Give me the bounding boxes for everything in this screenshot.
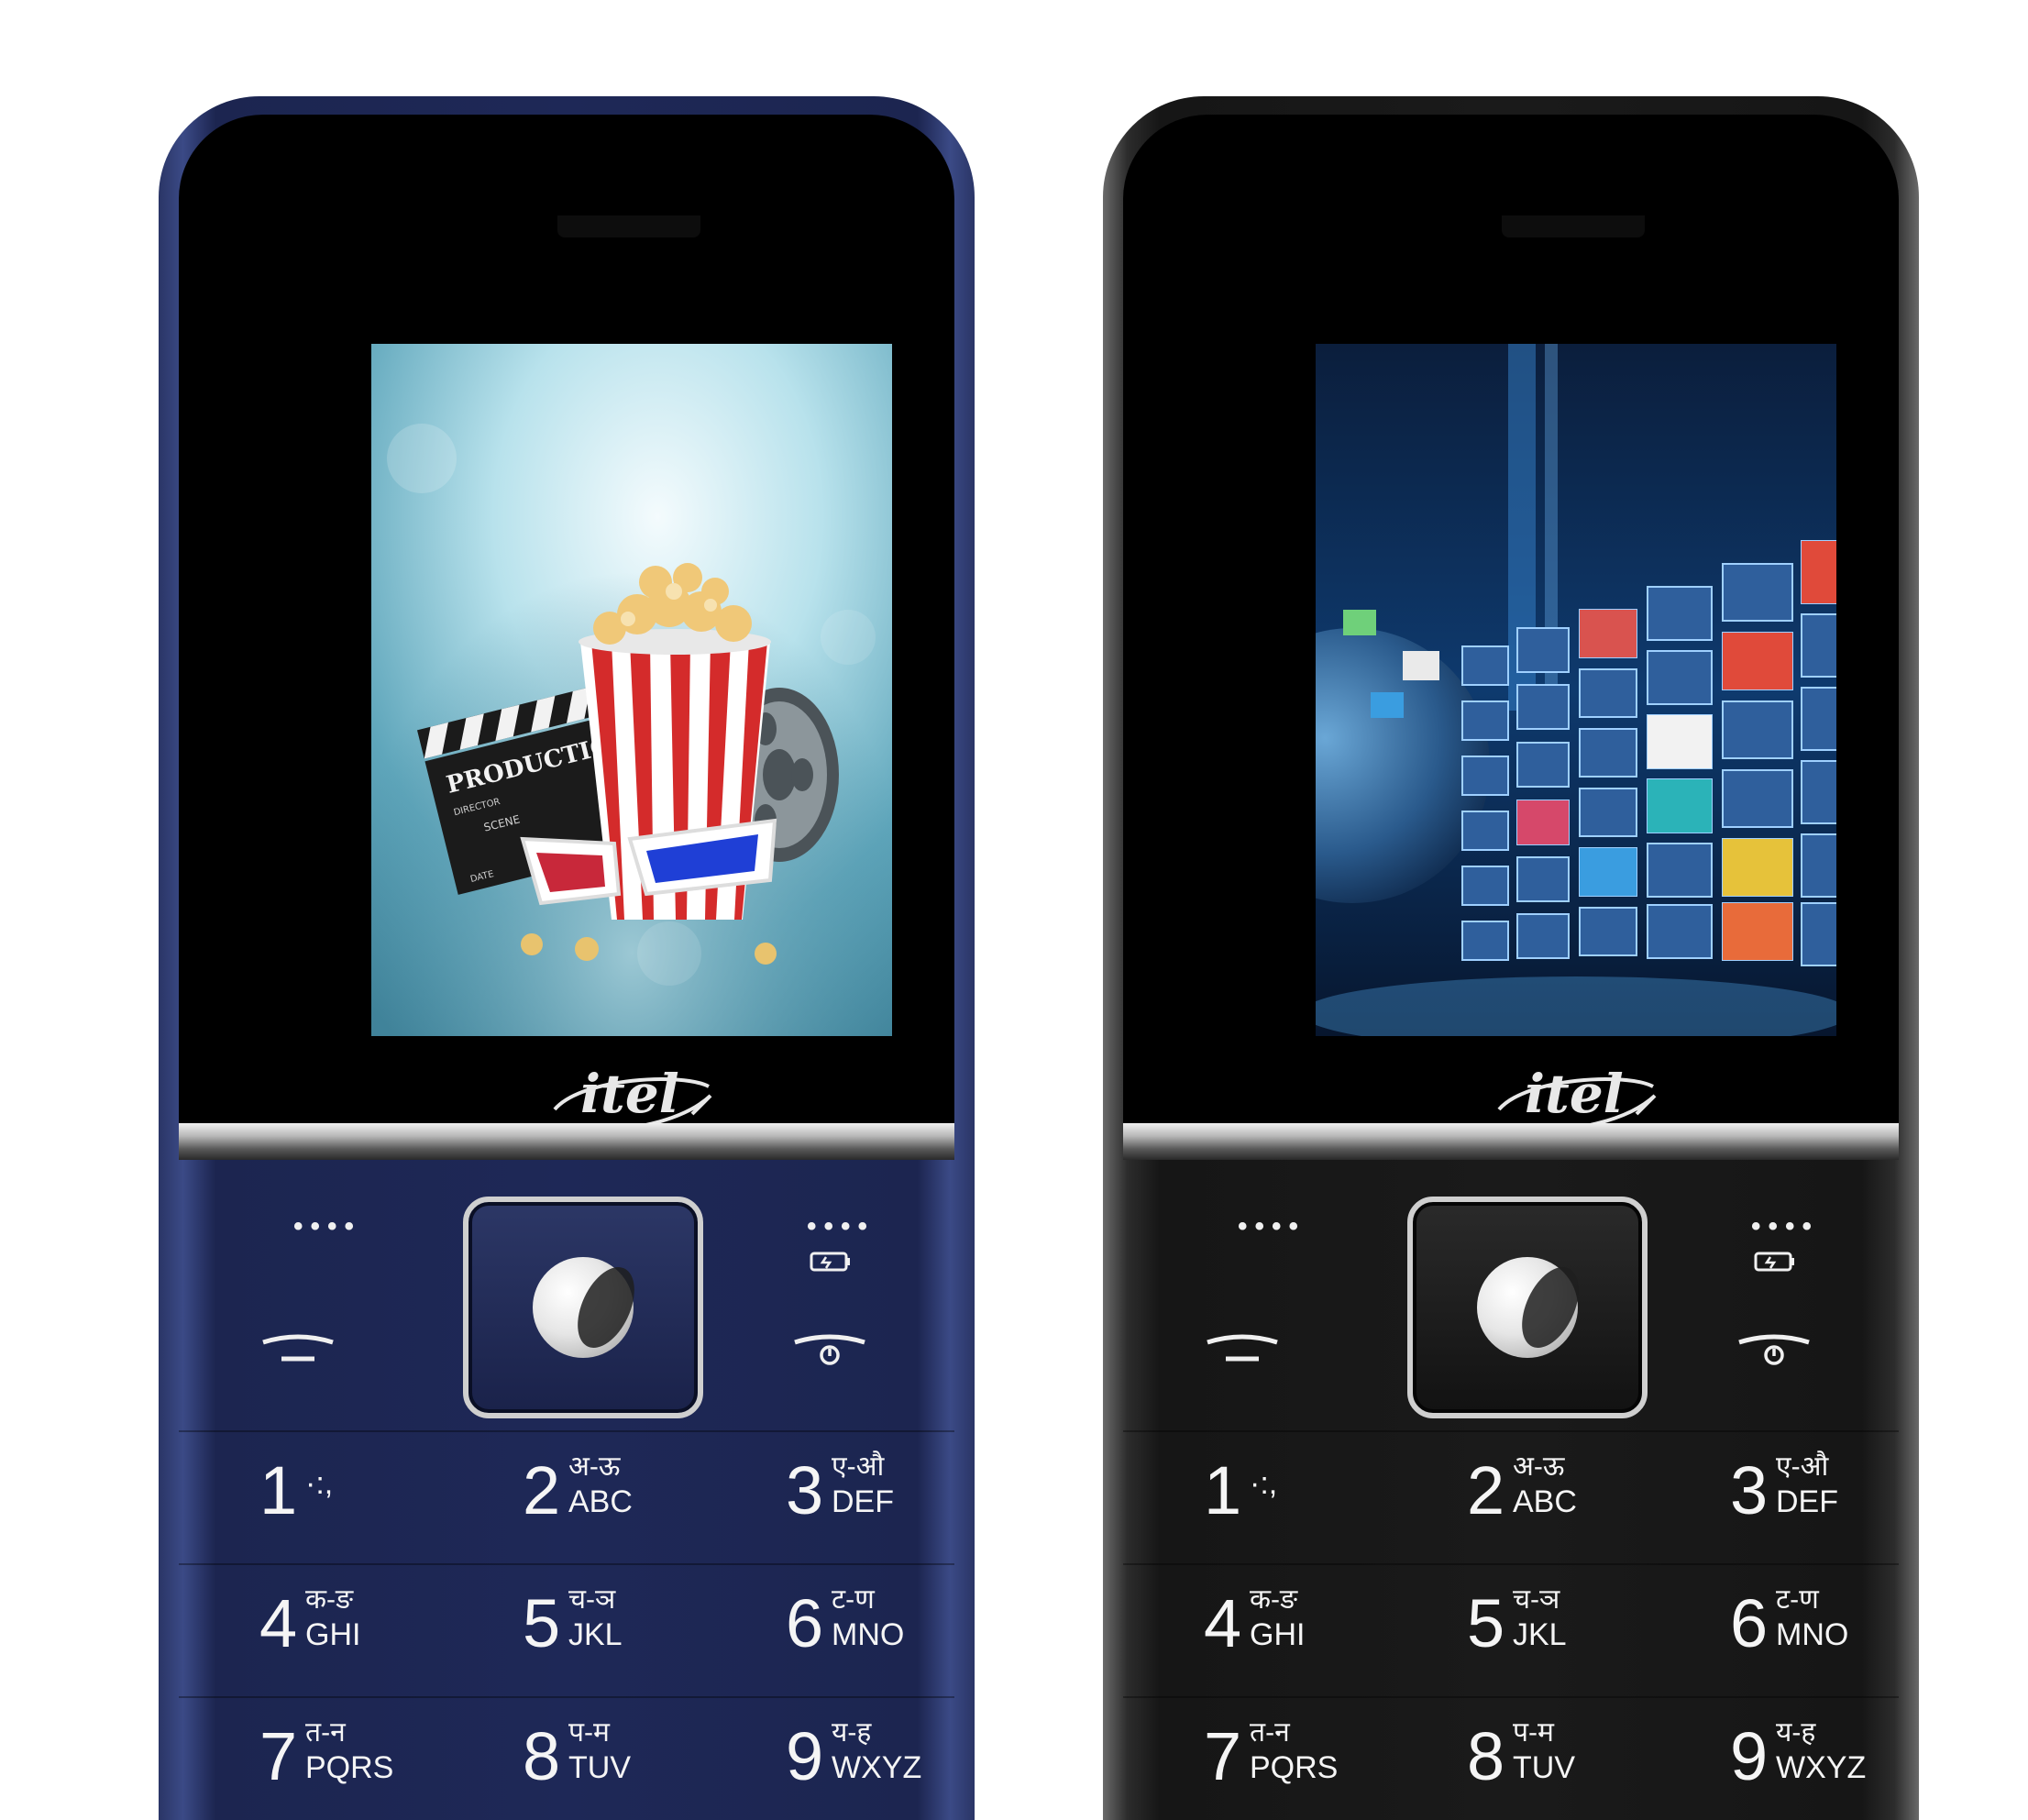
end-power-button[interactable] [793,1329,866,1366]
key-6[interactable]: 6 ट-ण MNO [705,1568,954,1687]
phone-blue: PRODUCTION DIRECTOR SCENE DATE itel ••••… [159,96,975,1820]
chrome-trim [1123,1123,1899,1160]
key-9[interactable]: 9 य-ह WXYZ [705,1701,954,1820]
brand-name: itel [580,1063,679,1125]
screen-frame: PRODUCTION DIRECTOR SCENE DATE itel [229,160,904,1134]
streaming-wallpaper [1316,344,1836,1036]
earpiece-speaker [557,215,700,237]
softkey-dots: •••• [807,1211,876,1241]
key-7[interactable]: 7 त-न PQRS [179,1701,428,1820]
key-7[interactable]: 7 त-न PQRS [1123,1701,1372,1820]
movie-wallpaper: PRODUCTION DIRECTOR SCENE DATE [371,344,892,1036]
brand-name: itel [1525,1063,1624,1125]
softkey-dots: •••• [1238,1211,1306,1241]
end-power-button[interactable] [1737,1329,1811,1366]
key-2[interactable]: 2 अ-ऊ ABC [1386,1435,1636,1554]
battery-icon [1754,1252,1794,1272]
display-screen: PRODUCTION DIRECTOR SCENE DATE [371,344,892,1036]
chrome-trim [179,1123,954,1160]
key-4[interactable]: 4 क-ङ GHI [1123,1568,1372,1687]
key-8[interactable]: 8 प-म TUV [1386,1701,1636,1820]
ok-center-button[interactable] [533,1257,634,1358]
battery-icon [810,1252,850,1272]
key-4[interactable]: 4 क-ङ GHI [179,1568,428,1687]
softkey-dots: •••• [1751,1211,1820,1241]
key-3[interactable]: 3 ए-औ DEF [1649,1435,1899,1554]
navigation-dpad[interactable] [1407,1197,1648,1418]
phone-black: itel •••• •••• 1 ·:, 2 अ-ऊ ABC 3 ए-औ DEF… [1103,96,1919,1820]
ok-center-button[interactable] [1477,1257,1578,1358]
key-1[interactable]: 1 ·:, [1123,1435,1372,1554]
left-softkey[interactable]: •••• [243,1178,408,1279]
phone-bezel: itel [1123,115,1899,1151]
key-3[interactable]: 3 ए-औ DEF [705,1435,954,1554]
right-softkey[interactable]: •••• [1701,1178,1866,1279]
earpiece-speaker [1502,215,1645,237]
key-5[interactable]: 5 च-ञ JKL [442,1568,691,1687]
call-button[interactable] [1206,1329,1279,1366]
softkey-dots: •••• [293,1211,362,1241]
key-9[interactable]: 9 य-ह WXYZ [1649,1701,1899,1820]
key-5[interactable]: 5 च-ञ JKL [1386,1568,1636,1687]
call-button[interactable] [261,1329,335,1366]
navigation-dpad[interactable] [463,1197,703,1418]
right-softkey[interactable]: •••• [756,1178,921,1279]
display-screen [1316,344,1836,1036]
key-8[interactable]: 8 प-म TUV [442,1701,691,1820]
phone-bezel: PRODUCTION DIRECTOR SCENE DATE itel [179,115,954,1151]
keypad: •••• •••• 1 ·:, 2 अ-ऊ ABC 3 ए-औ DEF 4 क-… [1123,1160,1899,1820]
left-softkey[interactable]: •••• [1187,1178,1352,1279]
keypad: •••• •••• 1 ·:, 2 अ-ऊ ABC 3 ए-औ DEF 4 क-… [179,1160,954,1820]
key-2[interactable]: 2 अ-ऊ ABC [442,1435,691,1554]
key-6[interactable]: 6 ट-ण MNO [1649,1568,1899,1687]
screen-frame: itel [1174,160,1848,1134]
key-1[interactable]: 1 ·:, [179,1435,428,1554]
